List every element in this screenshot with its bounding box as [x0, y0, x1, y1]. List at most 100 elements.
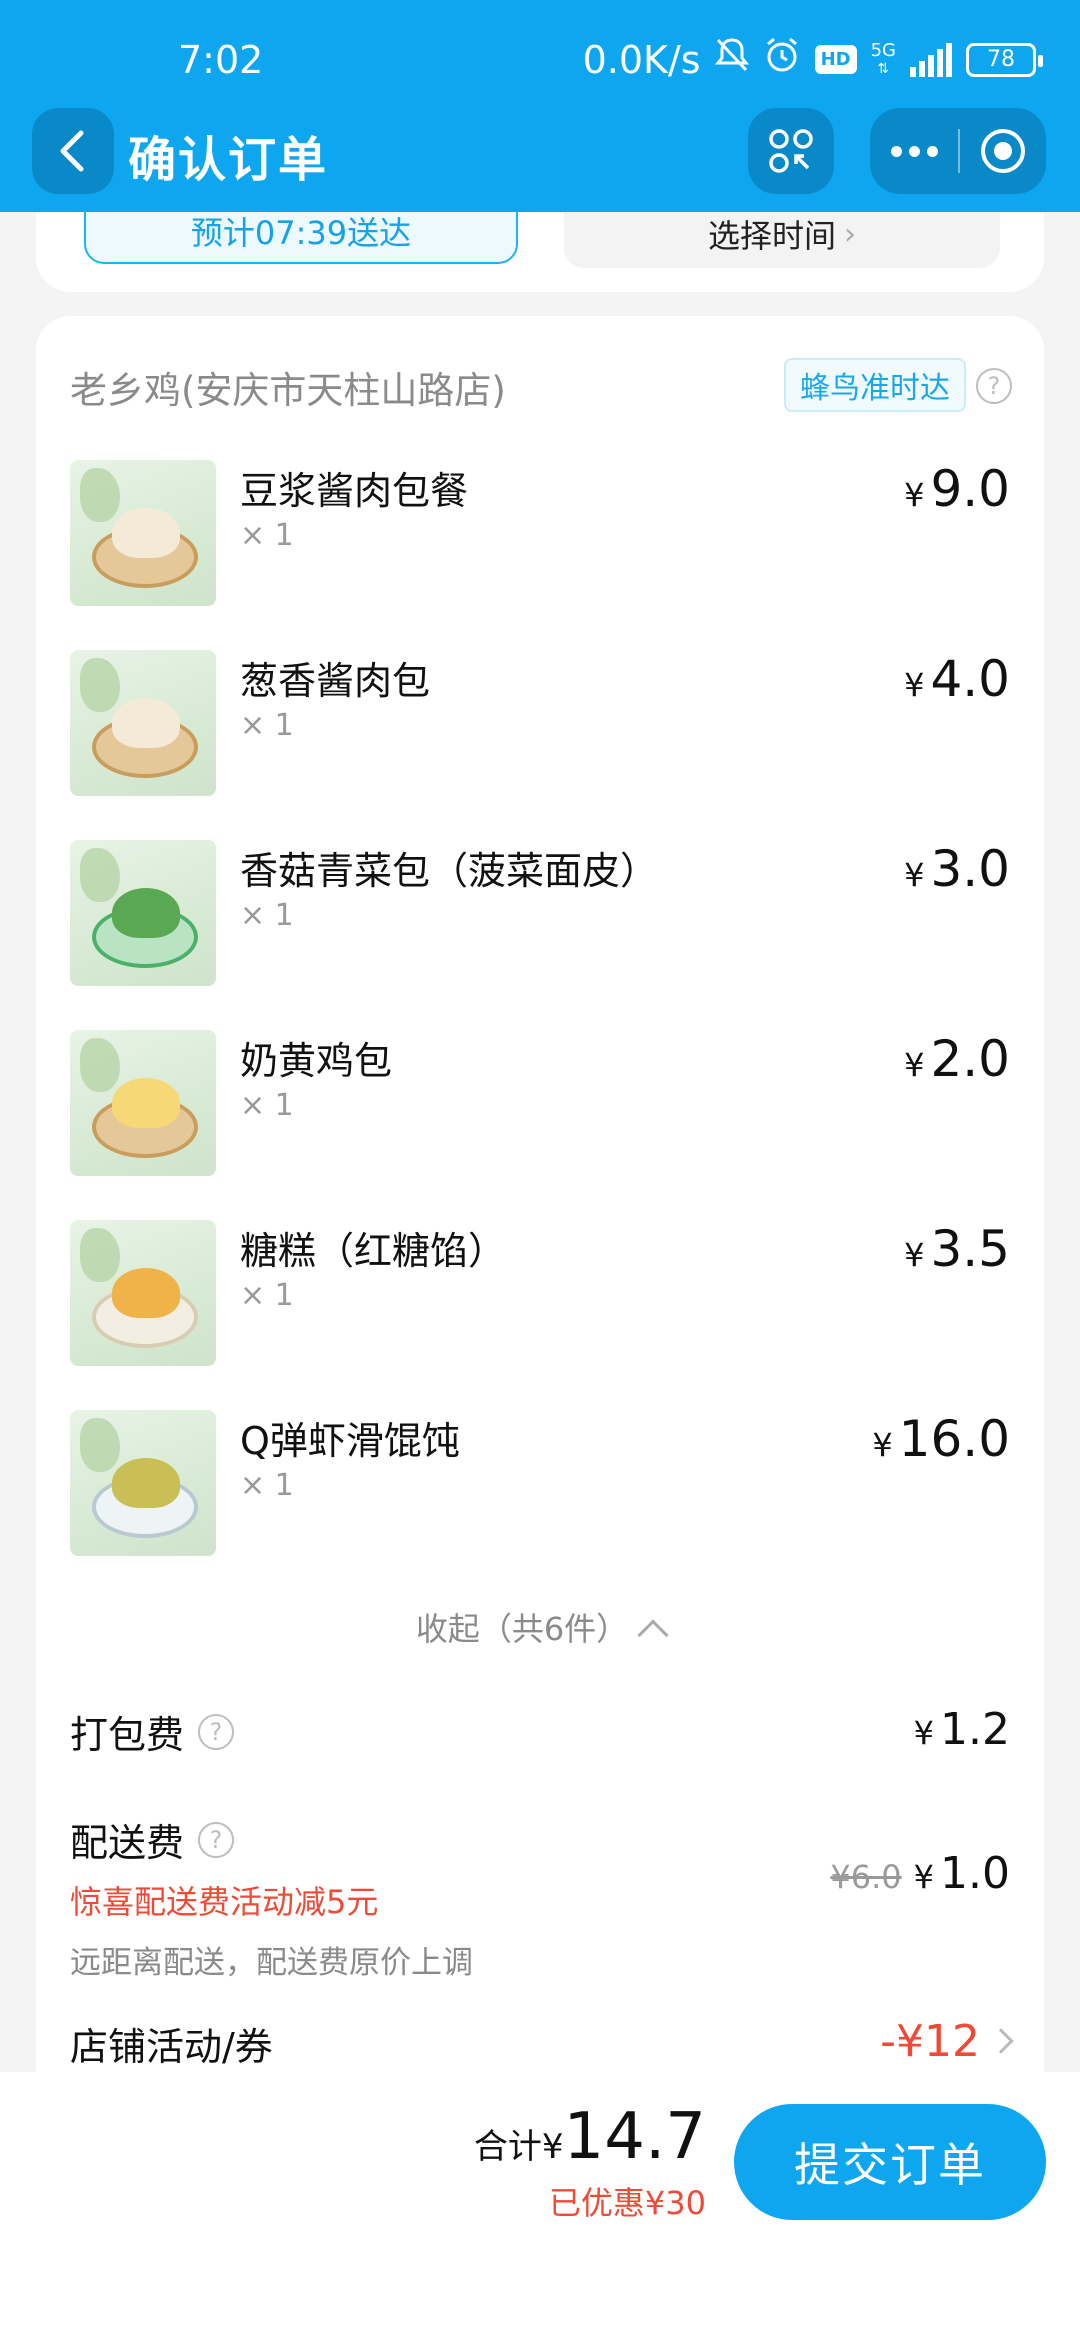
delivery-fee-row: 配送费 ? 惊喜配送费活动减5元 远距离配送，配送费原价上调 ¥6.0 ¥1.0 [70, 1812, 1010, 1982]
food-thumbnail [70, 840, 216, 986]
mini-program-capsule [870, 108, 1046, 194]
question-icon[interactable]: ? [198, 1821, 235, 1858]
store-promo-value: -¥12 [880, 2016, 980, 2067]
item-price-value: 2.0 [930, 1030, 1010, 1088]
item-price: ¥16.0 [872, 1410, 1010, 1468]
chevron-right-icon [988, 2028, 1014, 2054]
order-total: 合计¥14.7 已优惠¥30 [474, 2100, 706, 2224]
signal-bars-icon [910, 42, 952, 77]
scan-order-icon [769, 129, 813, 173]
delivery-fee-amount: 1.0 [940, 1848, 1010, 1899]
choose-time-label: 选择时间 [707, 217, 836, 255]
item-price: ¥9.0 [904, 460, 1010, 518]
saved-amount: 已优惠¥30 [548, 2184, 706, 2222]
item-name: Q弹虾滑馄饨 [240, 1419, 460, 1463]
currency-symbol: ¥ [904, 1046, 925, 1084]
bell-muted-icon [714, 36, 749, 83]
delivery-distance-note: 远距离配送，配送费原价上调 [70, 1945, 473, 1981]
item-name: 奶黄鸡包 [240, 1039, 393, 1083]
store-promo-row[interactable]: 店铺活动/券 -¥12 [70, 2016, 1014, 2076]
food-thumbnail [70, 1030, 216, 1176]
item-price: ¥2.0 [904, 1030, 1010, 1088]
currency-symbol: ¥ [904, 666, 925, 704]
currency-symbol: ¥ [904, 856, 925, 894]
currency-symbol: ¥ [904, 1236, 925, 1274]
chevron-left-icon [60, 130, 84, 172]
hd-badge: HD [814, 45, 857, 74]
battery-icon: 78 [966, 42, 1043, 77]
currency-symbol: ¥ [872, 1426, 893, 1464]
item-qty: × 1 [240, 518, 294, 553]
alarm-icon [763, 36, 801, 83]
item-qty: × 1 [240, 1468, 294, 1503]
store-promo-label: 店铺活动/券 [70, 2025, 273, 2069]
delivery-fee-original: ¥6.0 [830, 1858, 902, 1896]
question-icon[interactable]: ? [976, 368, 1012, 404]
store-name: 老乡鸡(安庆市天柱山路店) [70, 369, 506, 412]
item-qty: × 1 [240, 1278, 294, 1313]
item-price-value: 3.0 [930, 840, 1010, 898]
list-item: 香菇青菜包（菠菜面皮） × 1 ¥3.0 [70, 840, 1010, 986]
item-price-value: 3.5 [930, 1220, 1010, 1278]
list-item: 糖糕（红糖馅） × 1 ¥3.5 [70, 1220, 1010, 1366]
item-name: 香菇青菜包（菠菜面皮） [240, 849, 659, 893]
delivery-fee-label: 配送费 [70, 1821, 185, 1865]
signal-5g-label: 5G [870, 39, 896, 61]
store-promo-value-wrap: -¥12 [880, 2016, 1014, 2067]
list-item: 葱香酱肉包 × 1 ¥4.0 [70, 650, 1010, 796]
currency-symbol: ¥ [913, 1858, 935, 1896]
food-thumbnail [70, 1410, 216, 1556]
item-qty: × 1 [240, 898, 294, 933]
total-amount: 14.7 [563, 2100, 707, 2174]
packaging-fee-label: 打包费 [70, 1713, 185, 1757]
question-icon[interactable]: ? [198, 1713, 235, 1750]
item-qty: × 1 [240, 708, 294, 743]
close-mini-program-button[interactable] [960, 127, 1046, 175]
item-name: 葱香酱肉包 [240, 659, 431, 703]
back-button[interactable] [32, 108, 114, 194]
item-price-value: 16.0 [898, 1410, 1010, 1468]
status-bar: 7:02 0.0K/s HD 5G ⇅ 78 [0, 0, 1080, 120]
item-price: ¥4.0 [904, 650, 1010, 708]
item-qty: × 1 [240, 1088, 294, 1123]
item-price: ¥3.5 [904, 1220, 1010, 1278]
item-price: ¥3.0 [904, 840, 1010, 898]
submit-order-button[interactable]: 提交订单 [734, 2104, 1046, 2220]
chevron-right-icon: › [844, 216, 856, 252]
packaging-fee-value: ¥1.2 [914, 1704, 1010, 1755]
status-icons: 0.0K/s HD 5G ⇅ 78 [583, 36, 1043, 83]
list-item: 豆浆酱肉包餐 × 1 ¥9.0 [70, 460, 1010, 606]
food-thumbnail [70, 1220, 216, 1366]
item-price-value: 9.0 [930, 460, 1010, 518]
choose-time-button[interactable]: 选择时间 › [564, 206, 1000, 268]
currency-symbol: ¥ [913, 1714, 935, 1752]
scan-order-button[interactable] [748, 108, 834, 194]
target-circle-icon [981, 129, 1025, 173]
eta-option[interactable]: 预计07:39送达 [84, 206, 518, 264]
collapse-items-button[interactable]: 收起（共6件） [36, 1604, 1044, 1651]
packaging-fee-amount: 1.2 [940, 1704, 1010, 1755]
list-item: Q弹虾滑馄饨 × 1 ¥16.0 [70, 1410, 1010, 1556]
total-line: 合计¥14.7 [474, 2100, 706, 2174]
signal-5g-icon: 5G ⇅ [870, 39, 896, 77]
app-header: 7:02 0.0K/s HD 5G ⇅ 78 确认订单 [0, 0, 1080, 212]
checkout-bar: 合计¥14.7 已优惠¥30 提交订单 [0, 2072, 1080, 2340]
punctual-badge: 蜂鸟准时达 [784, 358, 966, 412]
delivery-fee-value: ¥6.0 ¥1.0 [830, 1848, 1010, 1899]
food-thumbnail [70, 650, 216, 796]
nav-bar: 确认订单 [0, 106, 1080, 196]
collapse-label: 收起（共6件） [415, 1610, 629, 1648]
chevron-up-icon [637, 1619, 669, 1651]
more-button[interactable] [870, 145, 958, 157]
status-time: 7:02 [178, 38, 264, 82]
currency-symbol: ¥ [904, 476, 925, 514]
order-card: 老乡鸡(安庆市天柱山路店) 蜂鸟准时达 ? 豆浆酱肉包餐 × 1 ¥9.0 葱香… [36, 316, 1044, 2106]
item-price-value: 4.0 [930, 650, 1010, 708]
item-name: 糖糕（红糖馅） [240, 1229, 507, 1273]
battery-level: 78 [987, 47, 1015, 72]
total-prefix: 合计¥ [473, 2127, 564, 2167]
list-item: 奶黄鸡包 × 1 ¥2.0 [70, 1030, 1010, 1176]
page-title: 确认订单 [128, 132, 329, 188]
packaging-fee-label-wrap: 打包费 ? [70, 1704, 1010, 1759]
more-dots-icon [890, 145, 902, 157]
